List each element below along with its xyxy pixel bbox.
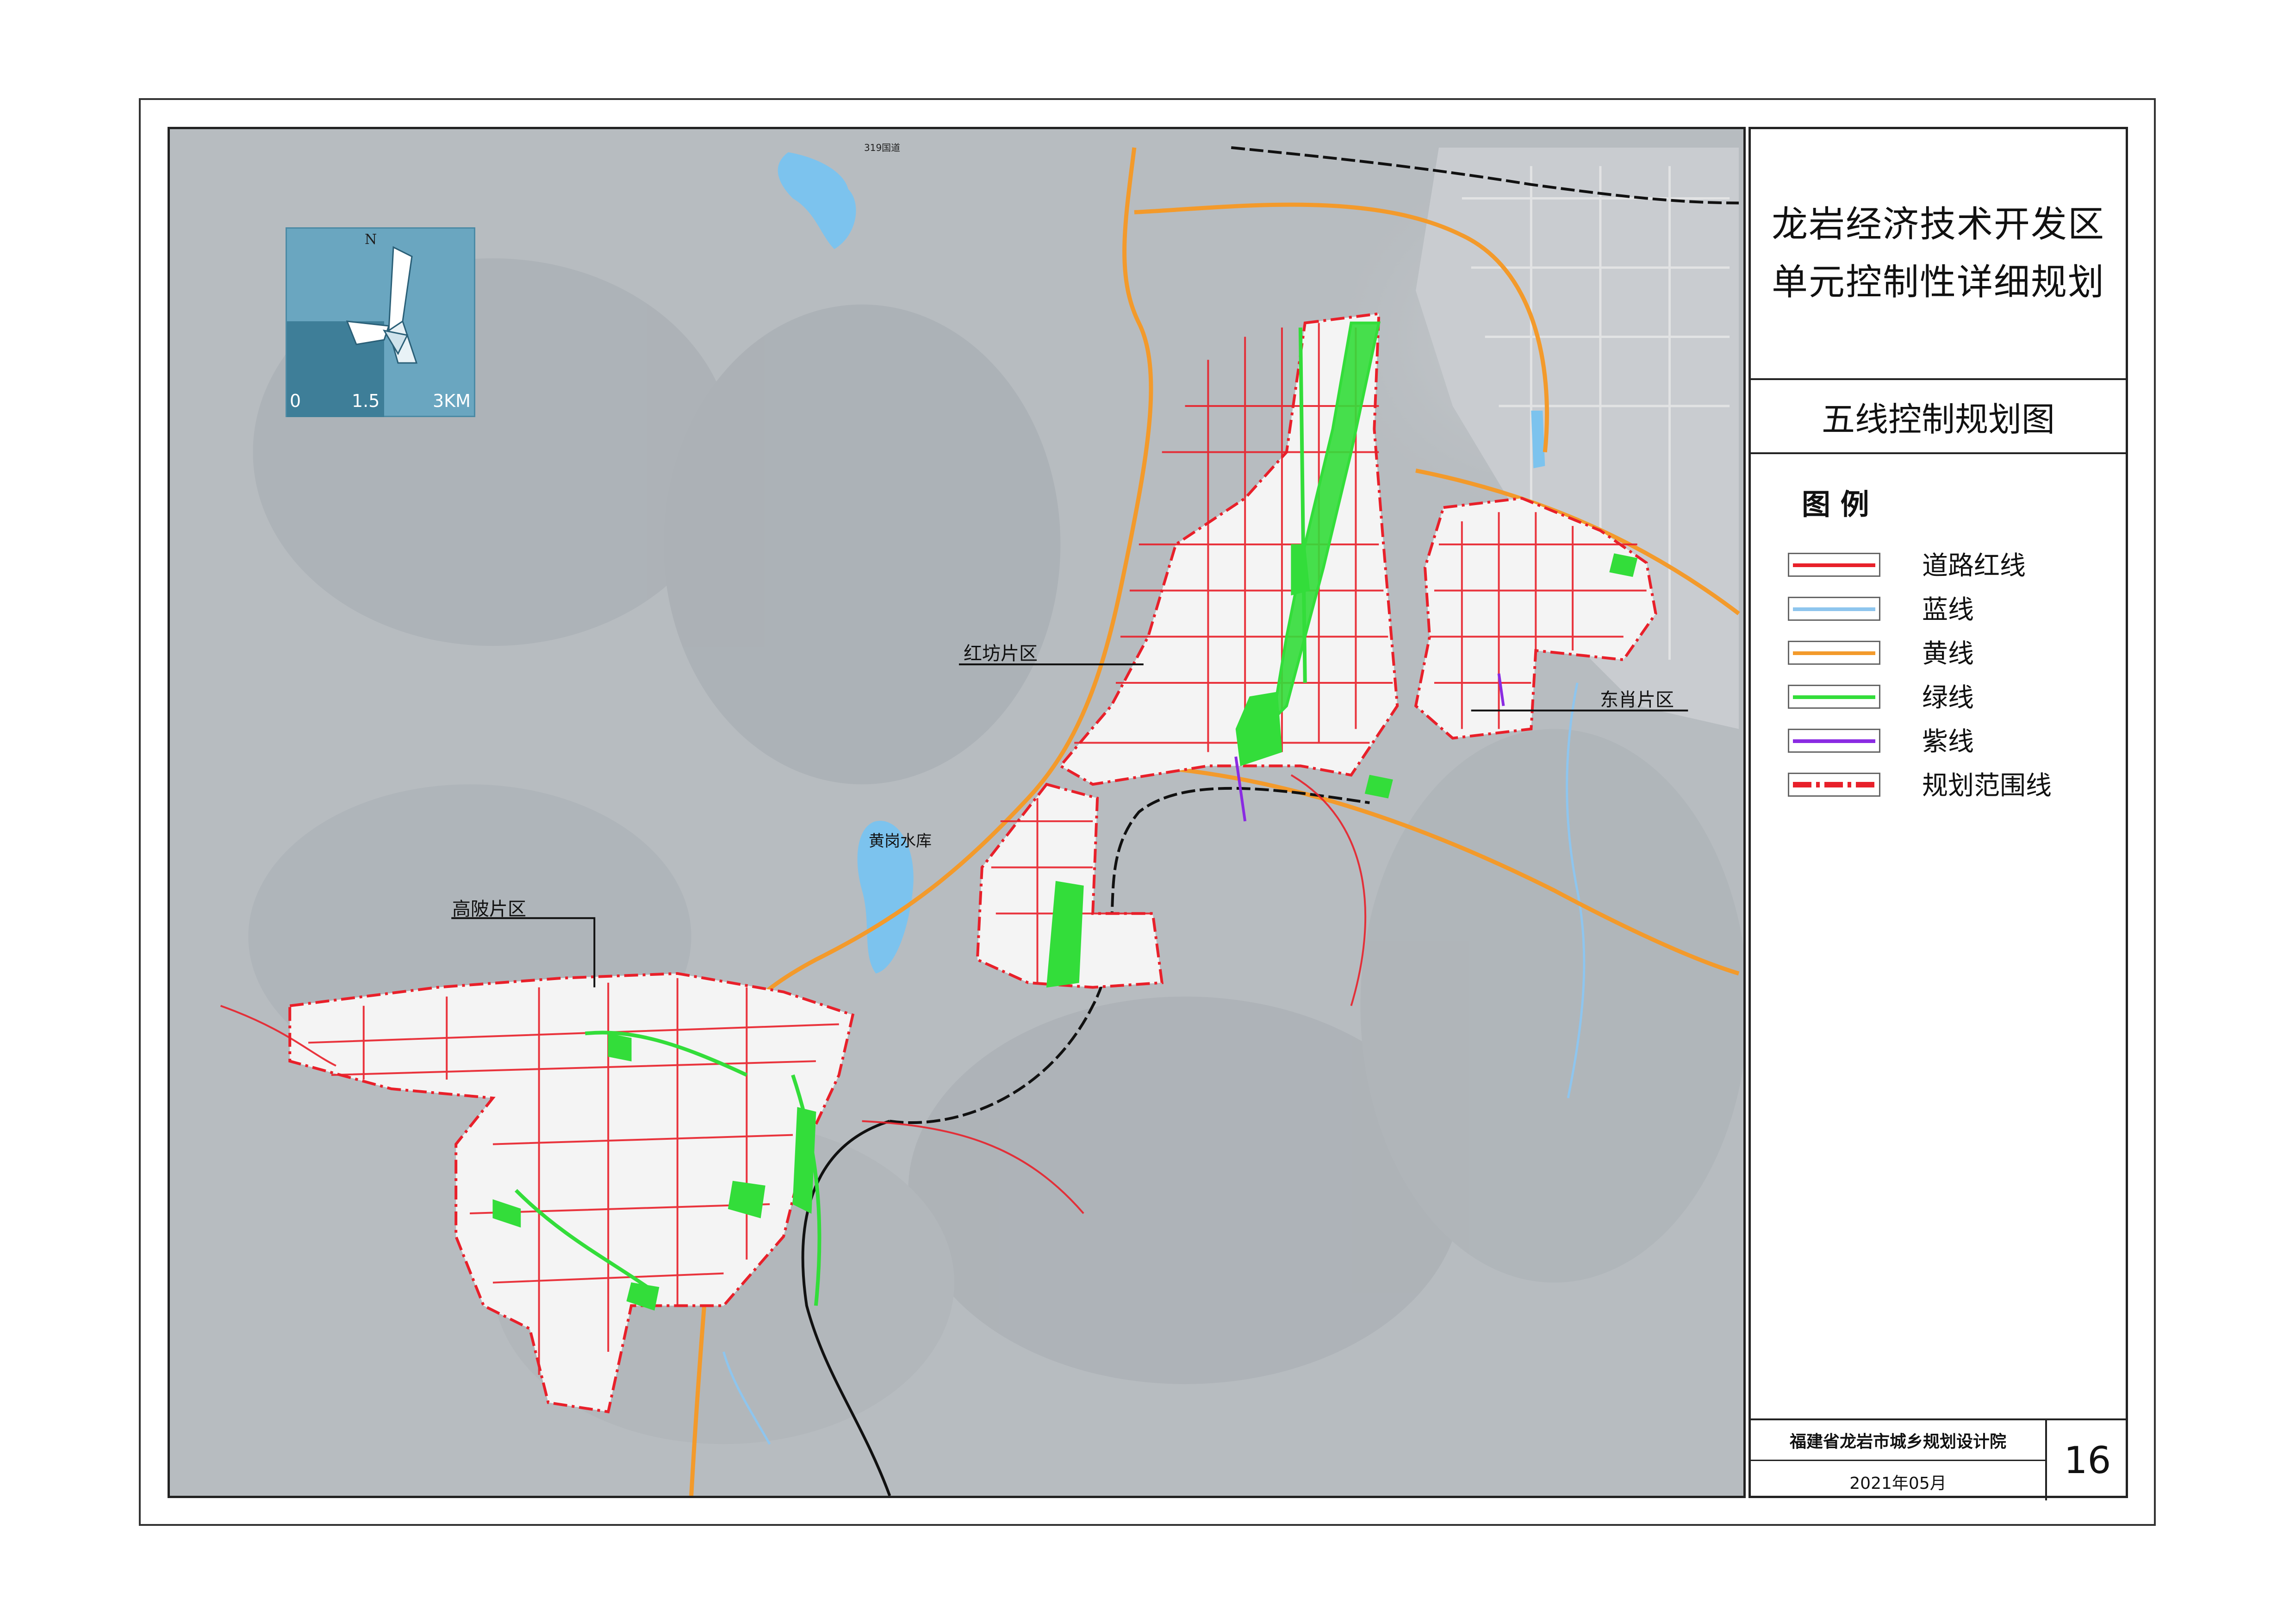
map-subtitle: 五线控制规划图 (1751, 380, 2126, 454)
compass-north: N (365, 231, 377, 248)
legend-item-yellow-line: 黄线 (1788, 631, 2084, 675)
legend-heading: 图 例 (1802, 487, 1869, 521)
footer-left: 福建省龙岩市城乡规划设计院 2021年05月 (1751, 1420, 2047, 1500)
legend-label: 道路红线 (1922, 551, 2026, 581)
legend-swatch-green (1788, 685, 1880, 709)
label-road-319: 319国道 (864, 142, 901, 153)
side-panel: 龙岩经济技术开发区 单元控制性详细规划 五线控制规划图 图 例 道路红线 蓝线 … (1748, 127, 2128, 1500)
label-hongfang: 红坊片区 (964, 643, 1038, 664)
legend-item-purple-line: 紫线 (1788, 719, 2084, 763)
footer: 福建省龙岩市城乡规划设计院 2021年05月 16 (1751, 1418, 2126, 1500)
legend-label: 绿线 (1922, 683, 1974, 713)
legend-swatch-blue (1788, 597, 1880, 621)
legend: 道路红线 蓝线 黄线 绿线 紫线 规划范围线 (1788, 543, 2084, 807)
legend-item-road-red-line: 道路红线 (1788, 543, 2084, 587)
legend-swatch-red (1788, 553, 1880, 577)
scale-label-0: 0 (290, 391, 301, 411)
legend-swatch-purple (1788, 729, 1880, 753)
legend-label: 规划范围线 (1922, 771, 2052, 801)
compass-icon (346, 246, 418, 364)
label-huanggang: 黄岗水库 (869, 832, 932, 850)
title-box: 龙岩经济技术开发区 单元控制性详细规划 (1751, 129, 2126, 380)
compass-box: N 0 1.5 3KM (286, 227, 475, 417)
scale-label-1-5: 1.5 (352, 391, 380, 411)
legend-item-green-line: 绿线 (1788, 675, 2084, 719)
label-gaopo: 高陂片区 (452, 899, 526, 920)
legend-swatch-yellow (1788, 641, 1880, 665)
map-frame[interactable]: N 0 1.5 3KM 319国道 红坊片区 东肖片区 高陂片区 黄岗水库 (168, 127, 1746, 1498)
design-institute: 福建省龙岩市城乡规划设计院 (1751, 1420, 2045, 1461)
plan-title-line2: 单元控制性详细规划 (1771, 262, 2105, 303)
label-dongxiao: 东肖片区 (1600, 689, 1674, 711)
legend-item-planning-boundary: 规划范围线 (1788, 763, 2084, 807)
plan-date: 2021年05月 (1849, 1474, 1947, 1493)
plan-title-line1: 龙岩经济技术开发区 (1771, 204, 2105, 245)
legend-item-blue-line: 蓝线 (1788, 587, 2084, 631)
legend-label: 紫线 (1922, 727, 1974, 757)
legend-label: 蓝线 (1922, 595, 1974, 625)
legend-label: 黄线 (1922, 639, 1974, 669)
page-number: 16 (2064, 1439, 2111, 1482)
scale-label-3km: 3KM (433, 391, 471, 411)
city-lake (1531, 410, 1545, 468)
legend-swatch-boundary (1788, 773, 1880, 797)
